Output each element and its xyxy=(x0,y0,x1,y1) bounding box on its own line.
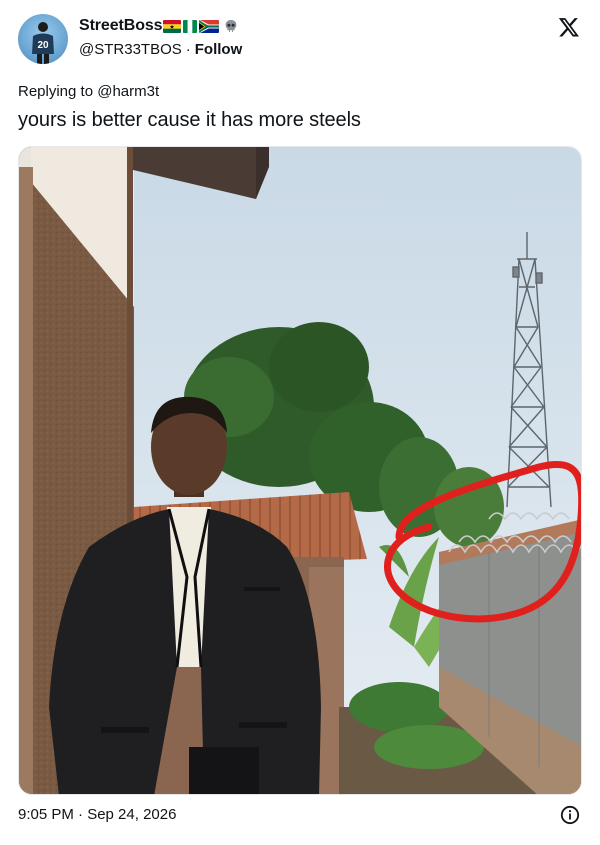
author-handle[interactable]: @STR33TBOS xyxy=(79,41,182,58)
author-display-name[interactable]: StreetBoss xyxy=(79,17,163,35)
reply-prefix: Replying to xyxy=(18,83,94,100)
tweet-header: 20 StreetBoss @STR33TBOS · Follow xyxy=(18,14,582,68)
follow-button[interactable]: Follow xyxy=(195,41,243,58)
tweet-footer: 9:05 PM · Sep 24, 2026 xyxy=(18,805,582,826)
ghana-flag-icon xyxy=(163,19,182,33)
x-logo-icon[interactable] xyxy=(558,16,580,38)
separator-dot: · xyxy=(185,41,191,58)
avatar[interactable]: 20 xyxy=(18,14,68,64)
reply-context: Replying to @harm3t xyxy=(18,83,159,100)
reply-handle-link[interactable]: @harm3t xyxy=(97,83,159,100)
avatar-jersey-number: 20 xyxy=(37,40,49,51)
info-icon[interactable] xyxy=(560,805,580,825)
skull-icon xyxy=(224,19,238,33)
photo-scene xyxy=(19,147,581,794)
tweet-text: yours is better cause it has more steels xyxy=(18,109,361,131)
author-name-line: StreetBoss xyxy=(79,17,238,35)
tweet-photo[interactable] xyxy=(18,146,582,795)
tweet-timestamp[interactable]: 9:05 PM · Sep 24, 2026 xyxy=(18,806,176,823)
author-handle-line: @STR33TBOS · Follow xyxy=(79,41,242,58)
nigeria-flag-icon xyxy=(183,19,198,33)
author-badges xyxy=(163,19,220,33)
south-africa-flag-icon xyxy=(199,19,220,33)
